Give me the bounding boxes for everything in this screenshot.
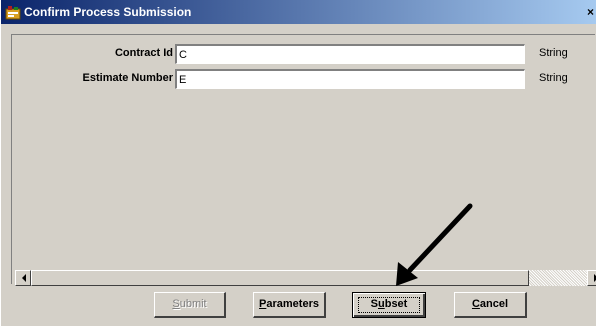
close-icon[interactable]: × <box>587 5 594 19</box>
dialog-window: Confirm Process Submission × Contract Id… <box>0 0 596 326</box>
title-bar[interactable]: Confirm Process Submission × <box>1 0 596 24</box>
field-type-estimate-number: String <box>539 72 568 84</box>
subset-button[interactable]: Subset <box>352 292 426 318</box>
horizontal-scrollbar[interactable] <box>15 270 596 286</box>
cancel-mnemonic: C <box>471 298 480 310</box>
parameters-button[interactable]: Parameters <box>253 292 326 318</box>
window-title: Confirm Process Submission <box>24 5 192 19</box>
submit-button[interactable]: Submit <box>154 292 226 318</box>
field-label-contract-id: Contract Id <box>114 47 173 59</box>
chevron-right-icon <box>594 274 596 282</box>
field-label-estimate-number: Estimate Number <box>82 72 173 84</box>
focus-rectangle <box>358 297 420 313</box>
scroll-left-button[interactable] <box>15 270 31 286</box>
submit-mnemonic: S <box>172 298 180 310</box>
field-type-contract-id: String <box>539 47 568 59</box>
scroll-thumb[interactable] <box>31 270 529 286</box>
estimate-number-input[interactable] <box>175 69 525 89</box>
submit-label: ubmit <box>179 298 207 310</box>
cancel-label: ancel <box>479 298 509 310</box>
app-icon <box>5 4 21 20</box>
contract-id-input[interactable] <box>175 44 525 64</box>
cancel-button[interactable]: Cancel <box>454 292 527 318</box>
parameters-label: arameters <box>266 298 319 310</box>
chevron-left-icon <box>22 274 26 282</box>
scroll-right-button[interactable] <box>587 270 596 286</box>
